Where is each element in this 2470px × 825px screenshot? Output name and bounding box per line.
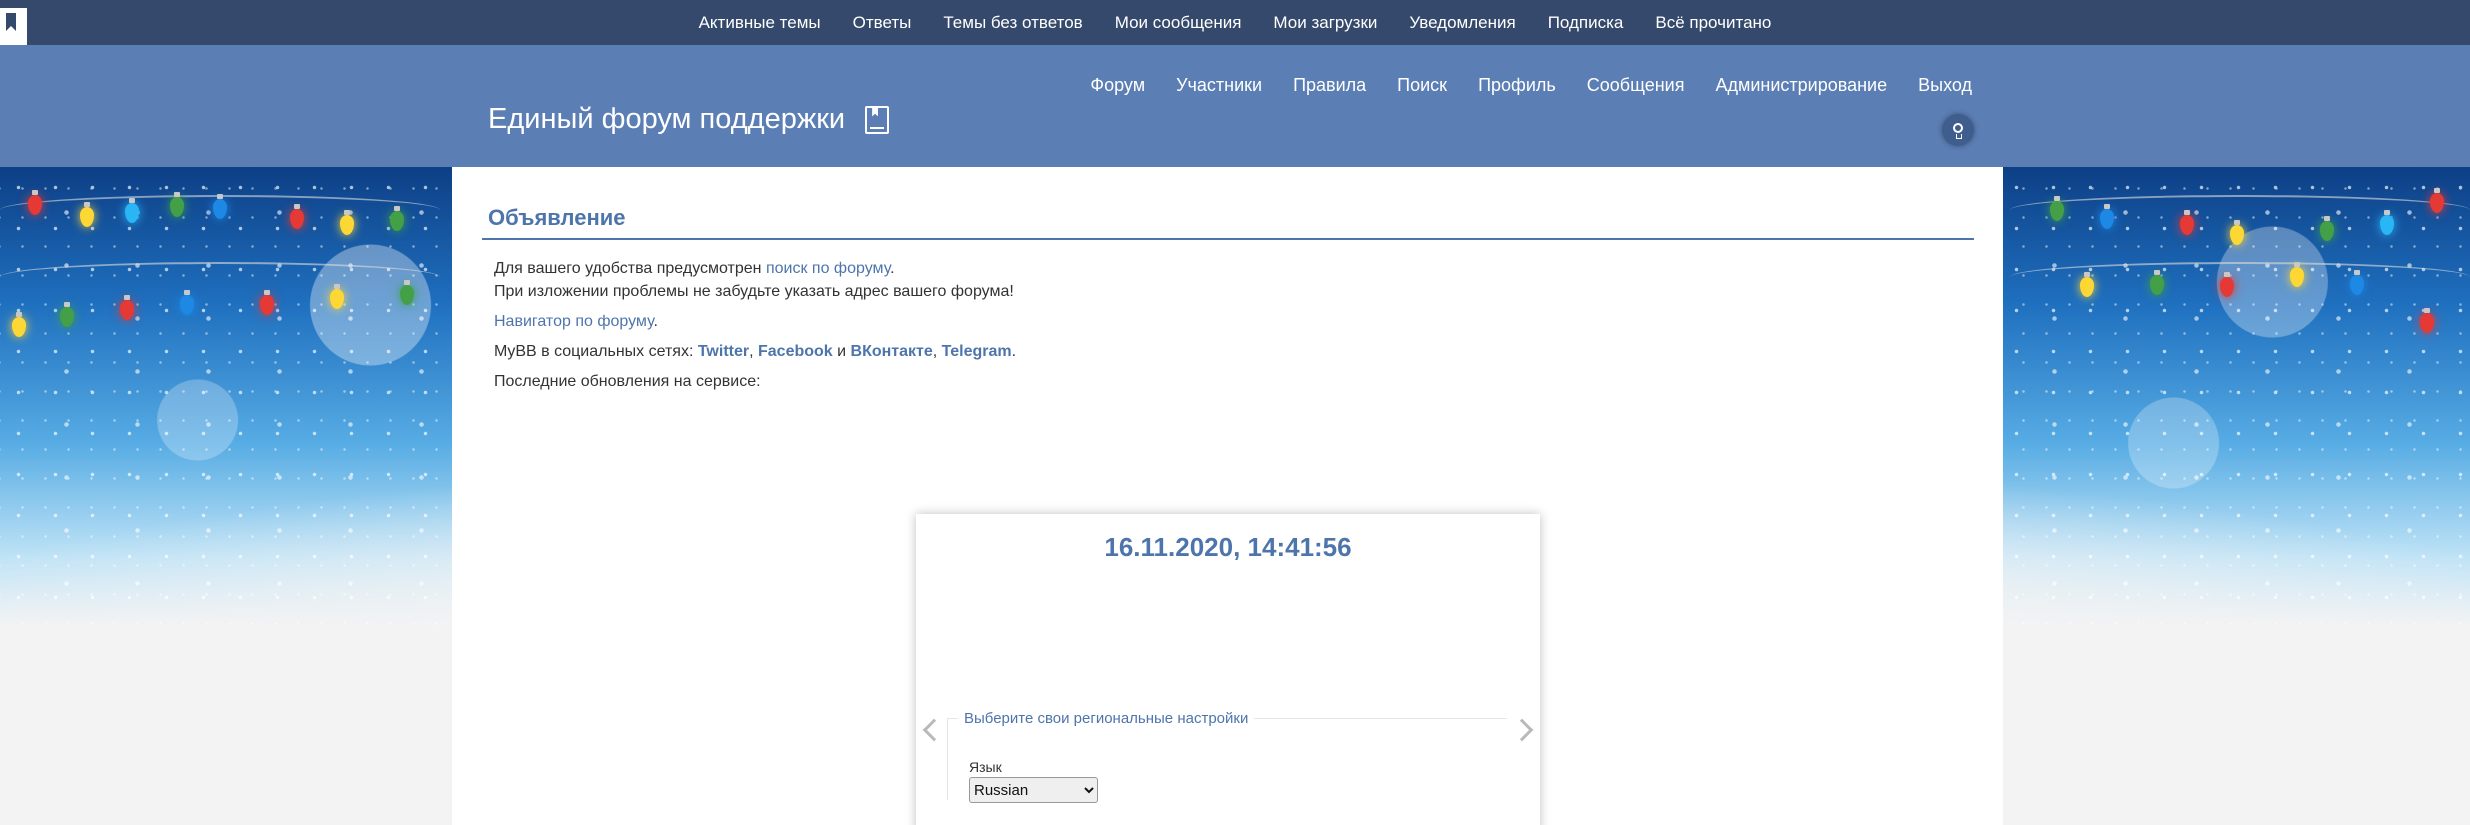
punctuation: . [653, 313, 658, 330]
announcement-text: Для вашего удобства предусмотрен [494, 260, 766, 277]
announcement-body: Для вашего удобства предусмотрен поиск п… [494, 257, 1016, 400]
social-prefix: MyBB в социальных сетях: [494, 343, 698, 360]
facebook-link[interactable]: Facebook [758, 343, 833, 360]
nav-logout[interactable]: Выход [1918, 75, 1972, 96]
social-line: MyBB в социальных сетях: Twitter, Facebo… [494, 340, 1016, 363]
announcement-line: Для вашего удобства предусмотрен поиск п… [494, 257, 1016, 280]
forum-navigator-link[interactable]: Навигатор по форуму [494, 313, 654, 330]
punctuation: . [890, 260, 895, 277]
garland-wire [0, 262, 440, 292]
nav-forum[interactable]: Форум [1090, 75, 1145, 96]
topbar-link-subscription[interactable]: Подписка [1548, 13, 1624, 33]
topbar-link-mark-read[interactable]: Всё прочитано [1655, 13, 1771, 33]
bookmark-book-icon[interactable] [865, 105, 890, 134]
announcement-line: При изложении проблемы не забудьте указа… [494, 283, 1014, 300]
nav-profile[interactable]: Профиль [1478, 75, 1556, 96]
nav-messages[interactable]: Сообщения [1587, 75, 1685, 96]
current-datetime: 16.11.2020, 14:41:56 [1104, 532, 1352, 562]
announcement-divider [482, 238, 1974, 240]
nav-members[interactable]: Участники [1176, 75, 1262, 96]
telegram-link[interactable]: Telegram [942, 343, 1012, 360]
announcement-title: Объявление [488, 205, 626, 230]
topbar-link-replies[interactable]: Ответы [853, 13, 912, 33]
topbar-link-unanswered[interactable]: Темы без ответов [943, 13, 1082, 33]
language-label: Язык [969, 759, 1002, 775]
twitter-link[interactable]: Twitter [698, 343, 749, 360]
mybb-logo-icon[interactable] [0, 8, 27, 45]
site-header: Единый форум поддержки Форум Участники П… [0, 45, 2470, 167]
regional-settings-legend: Выберите свои региональные настройки [964, 710, 1249, 727]
forum-search-link[interactable]: поиск по форуму [766, 260, 890, 277]
punctuation: . [1011, 343, 1017, 360]
separator: , [749, 343, 758, 360]
lightbulb-icon [1953, 123, 1963, 139]
updates-label: Последние обновления на сервисе: [494, 373, 761, 390]
language-select[interactable]: Russian [969, 777, 1098, 803]
announcement-line: Навигатор по форуму. [494, 310, 1016, 333]
vkontakte-link[interactable]: ВКонтакте [851, 343, 933, 360]
site-title-text[interactable]: Единый форум поддержки [488, 103, 845, 136]
topbar-link-active-topics[interactable]: Активные темы [699, 13, 821, 33]
regional-settings-fieldset: Выберите свои региональные настройки Язы… [947, 710, 1507, 803]
top-bar: Активные темы Ответы Темы без ответов Мо… [0, 0, 2470, 45]
separator: , [932, 343, 942, 360]
site-title: Единый форум поддержки [488, 103, 890, 136]
topbar-link-my-uploads[interactable]: Мои загрузки [1273, 13, 1377, 33]
garland-wire [2010, 195, 2470, 225]
regional-settings-card: 16.11.2020, 14:41:56 Выберите свои регио… [916, 514, 1540, 825]
nav-search[interactable]: Поиск [1397, 75, 1447, 96]
topbar-link-my-posts[interactable]: Мои сообщения [1115, 13, 1242, 33]
nav-administration[interactable]: Администрирование [1715, 75, 1887, 96]
main-content: Объявление Для вашего удобства предусмот… [452, 167, 2003, 825]
topbar-link-notifications[interactable]: Уведомления [1409, 13, 1515, 33]
theme-toggle-button[interactable] [1942, 114, 1974, 146]
garland-wire [2010, 262, 2470, 292]
chevron-right-icon[interactable] [1510, 718, 1534, 742]
nav-rules[interactable]: Правила [1293, 75, 1366, 96]
separator: и [832, 343, 851, 360]
chevron-left-icon[interactable] [922, 718, 946, 742]
main-nav: Форум Участники Правила Поиск Профиль Со… [1059, 75, 1972, 96]
